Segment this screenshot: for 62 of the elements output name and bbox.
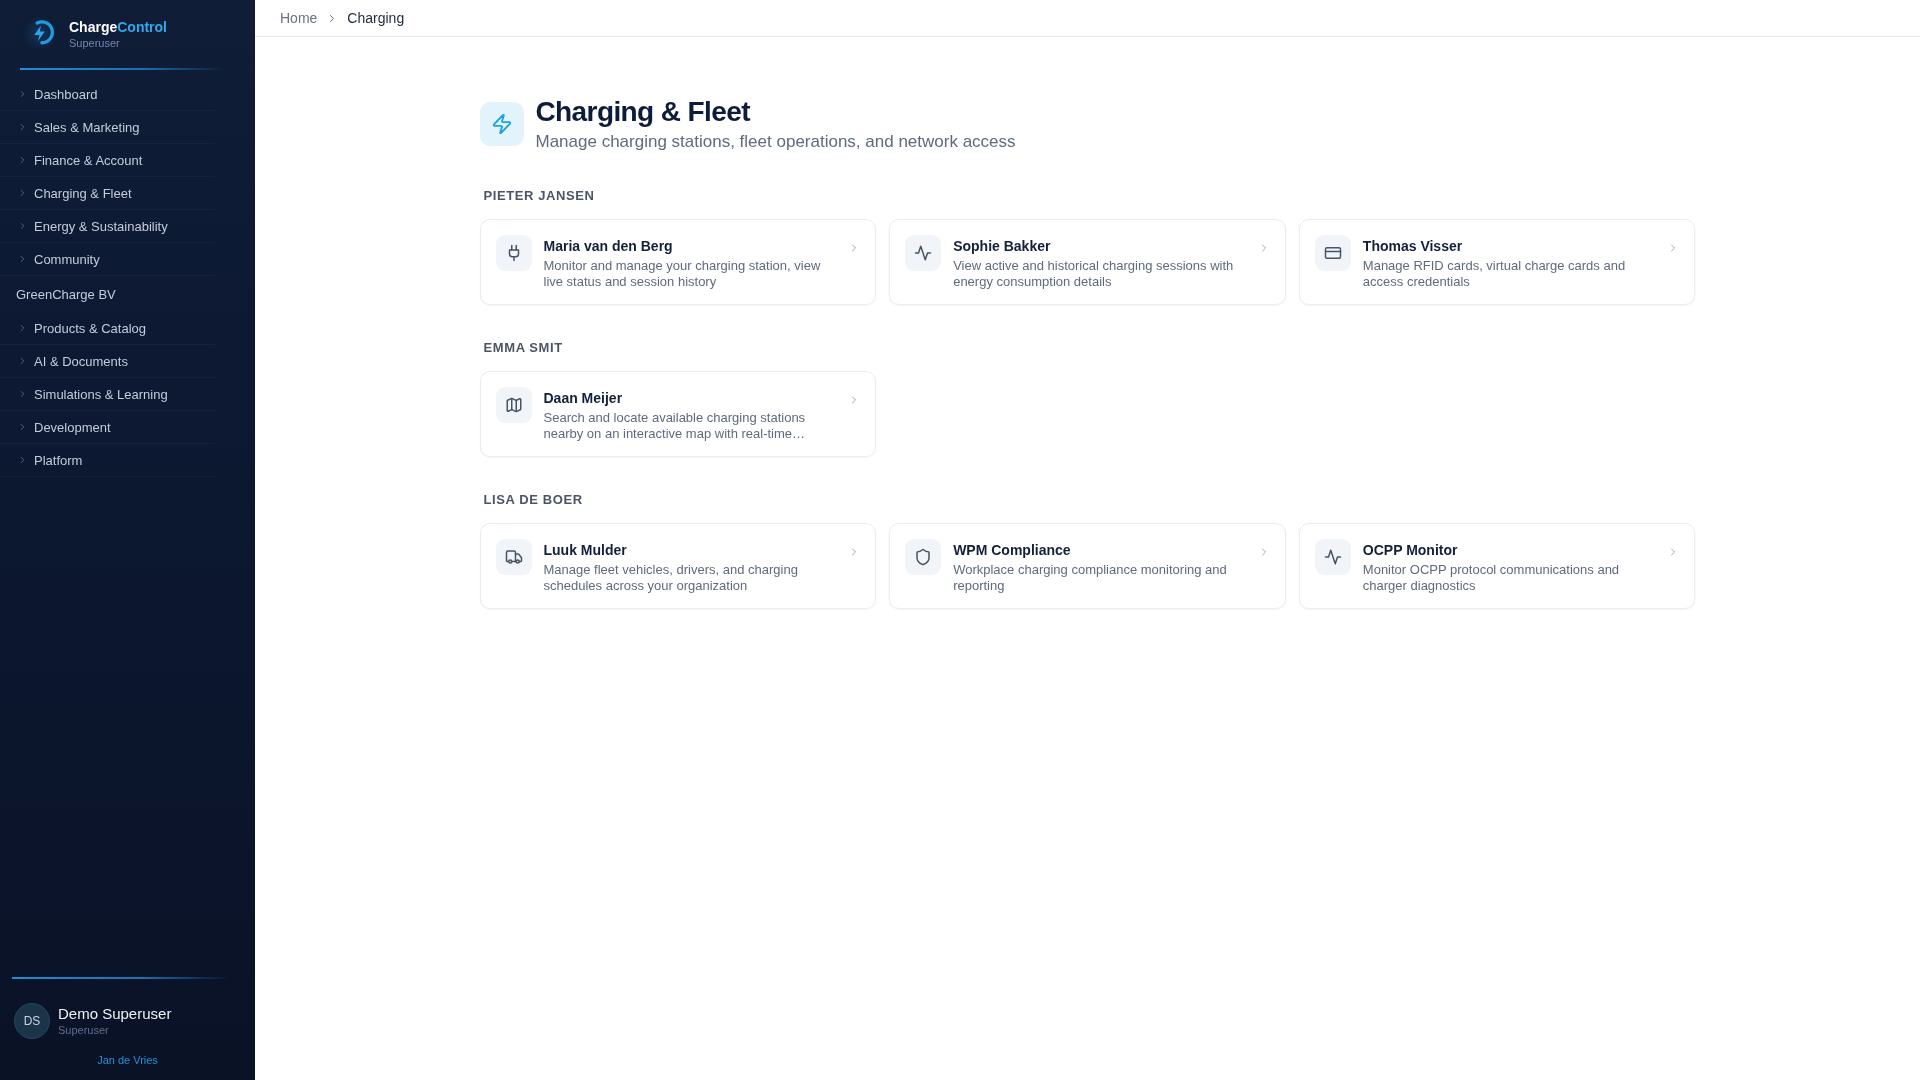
card-description: Workplace charging compliance monitoring and reporting — [953, 562, 1228, 594]
nav-item[interactable]: Energy & Sustainability — [0, 210, 215, 243]
chevron-icon — [1670, 547, 1677, 557]
brand-name: ChargeControl — [69, 18, 167, 36]
user-avatar: DS — [14, 1003, 50, 1039]
card-description: Monitor and manage your charging station, view live status and session history — [543, 258, 822, 290]
chevron-icon — [329, 13, 336, 23]
breadcrumb-text: Charging — [347, 10, 405, 26]
user-link[interactable]: Jan de Vries — [97, 1052, 158, 1068]
card-description: View active and historical charging sessions with energy consumption details — [953, 258, 1235, 290]
feature-card[interactable]: WPM Compliance Workplace charging compliance monitoring and reporting — [889, 523, 1286, 609]
feature-card[interactable]: OCPP Monitor Monitor OCPP protocol communications and charger diagnostics — [1298, 523, 1696, 609]
card-title: Daan Meijer — [543, 389, 624, 407]
page-subtitle: Manage charging stations, fleet operations, and network access — [535, 132, 1016, 152]
nav-item[interactable]: Development — [0, 411, 215, 444]
nav-item[interactable]: Sales & Marketing — [0, 111, 215, 144]
feature-card[interactable]: Daan Meijer Search and locate available charging stations nearby on an interactive map with real-time… — [479, 371, 877, 457]
card-title: WPM Compliance — [953, 541, 1072, 559]
lightning-icon — [479, 101, 524, 146]
card-icon — [1314, 235, 1351, 271]
nav-item[interactable]: Products & Catalog — [0, 312, 215, 345]
pulse-icon — [905, 235, 942, 271]
page-title: Charging & Fleet — [535, 95, 752, 129]
feature-card[interactable]: Luuk Mulder Manage fleet vehicles, drivers, and charging schedules across your organization — [479, 523, 877, 609]
card-title: Luuk Mulder — [543, 541, 628, 559]
nav-item[interactable]: Platform — [0, 444, 215, 477]
nav-item[interactable]: Dashboard — [0, 78, 215, 111]
card-title: Thomas Visser — [1362, 237, 1464, 255]
map-icon — [495, 387, 532, 423]
shield-icon — [905, 539, 942, 575]
chevron-icon — [1260, 243, 1267, 253]
card-description: Manage fleet vehicles, drivers, and charging schedules across your organization — [543, 562, 799, 594]
card-title: Sophie Bakker — [953, 237, 1052, 255]
user-role: Superuser — [58, 1023, 110, 1037]
chevron-icon — [851, 547, 858, 557]
brand-role: Superuser — [69, 36, 121, 50]
nav-heading: GreenCharge BV — [15, 285, 116, 304]
user-name: Demo Superuser — [58, 1005, 172, 1023]
nav-item[interactable]: Simulations & Learning — [0, 378, 215, 411]
feature-card[interactable]: Sophie Bakker View active and historical charging sessions with energy consumption details — [889, 219, 1286, 305]
card-description: Monitor OCPP protocol communications and charger diagnostics — [1362, 562, 1621, 594]
chevron-icon — [851, 395, 858, 405]
section-title: PIETER JANSEN — [483, 188, 596, 204]
nav-item[interactable]: Community — [0, 243, 215, 276]
chevron-icon — [1260, 547, 1267, 557]
card-description: Manage RFID cards, virtual charge cards and access credentials — [1362, 258, 1627, 290]
pulse-icon — [1314, 539, 1351, 575]
feature-card[interactable]: Maria van den Berg Monitor and manage your charging station, view live status and session history — [479, 219, 877, 305]
breadcrumb-link[interactable]: Home — [280, 10, 318, 26]
truck-icon — [495, 539, 532, 575]
chevron-icon — [1670, 243, 1677, 253]
card-title: OCPP Monitor — [1362, 541, 1459, 559]
section-title: LISA DE BOER — [483, 492, 584, 508]
nav-item[interactable]: AI & Documents — [0, 345, 215, 378]
nav-item[interactable]: Finance & Account — [0, 144, 215, 177]
section-title: EMMA SMIT — [483, 340, 564, 356]
card-title: Maria van den Berg — [543, 237, 674, 255]
chevron-icon — [851, 243, 858, 253]
plug-icon — [495, 235, 532, 271]
card-description: Search and locate available charging stations nearby on an interactive map with real-time… — [543, 410, 807, 442]
nav-item[interactable]: Charging & Fleet — [0, 177, 215, 210]
feature-card[interactable]: Thomas Visser Manage RFID cards, virtual charge cards and access credentials — [1298, 219, 1696, 305]
